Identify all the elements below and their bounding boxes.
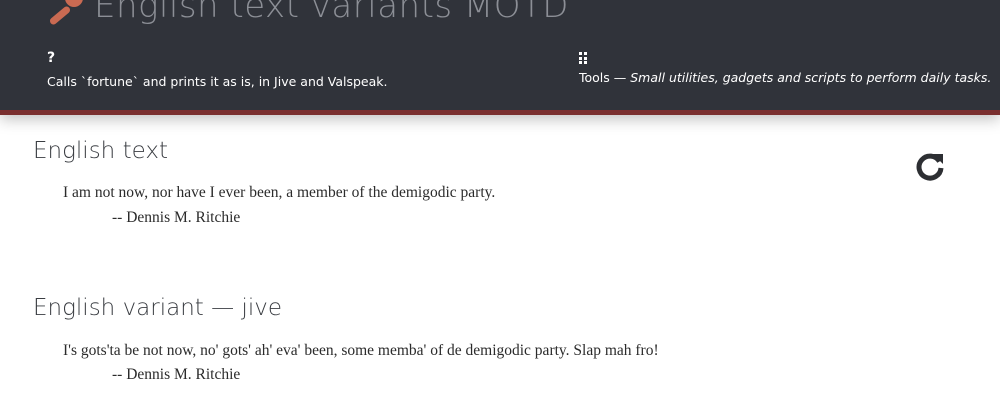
about-panel: ? Calls `fortune` and prints it as is, i…	[47, 48, 388, 89]
refresh-icon	[916, 153, 944, 181]
fortune-quote: I am not now, nor have I ever been, a me…	[63, 184, 496, 201]
refresh-button[interactable]	[914, 150, 946, 182]
title-row: English text variants MOTD	[44, 0, 569, 26]
section-heading: English variant — jive	[33, 295, 282, 321]
grid-icon	[579, 52, 589, 64]
question-icon: ?	[47, 50, 56, 66]
category-name: Tools	[579, 70, 610, 85]
fortune-quote: I's gots'ta be not now, no' gots' ah' ev…	[63, 342, 659, 359]
category-description: Small utilities, gadgets and scripts to …	[630, 70, 992, 85]
category-panel: Tools — Small utilities, gadgets and scr…	[579, 48, 991, 85]
page-header: English text variants MOTD ? Calls `fort…	[0, 0, 1000, 115]
fortune-attribution: -- Dennis M. Ritchie	[112, 209, 241, 226]
about-text: Calls `fortune` and prints it as is, in …	[47, 74, 388, 89]
section-heading: English text	[33, 138, 168, 164]
category-text: Tools — Small utilities, gadgets and scr…	[579, 70, 991, 85]
wrench-icon	[44, 0, 84, 26]
app-title: English text variants MOTD	[94, 0, 569, 26]
fortune-attribution: -- Dennis M. Ritchie	[112, 366, 241, 383]
category-separator: —	[609, 70, 631, 85]
